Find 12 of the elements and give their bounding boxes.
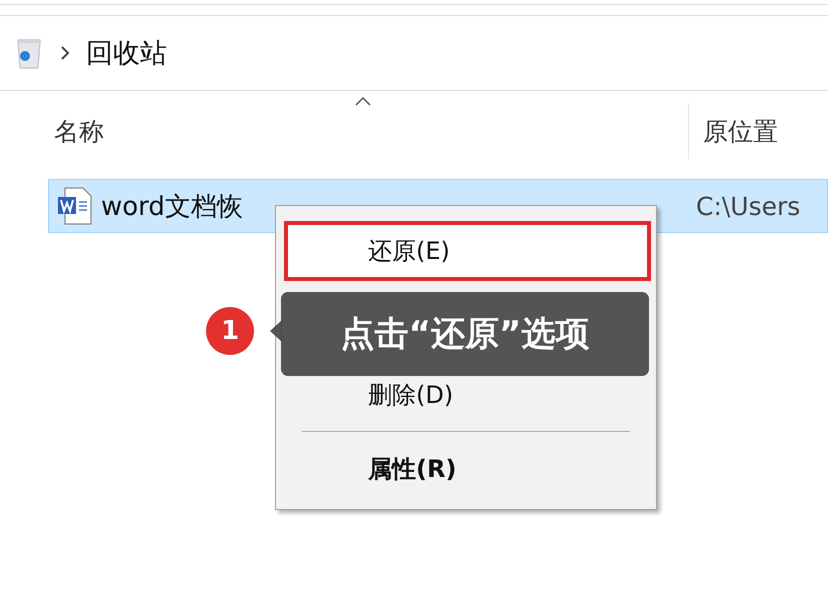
recycle-bin-icon (14, 36, 44, 70)
original-location: C:\Users (696, 192, 800, 220)
menu-item[interactable]: 还原(E) (284, 221, 651, 281)
address-bar[interactable]: 回收站 (0, 15, 828, 91)
column-header[interactable]: 原位置 (689, 114, 778, 148)
breadcrumb[interactable]: 回收站 (86, 35, 167, 71)
column-header[interactable]: 名称 (0, 114, 104, 148)
word-document-icon (57, 187, 93, 225)
step-badge: 1 (206, 307, 254, 355)
menu-item[interactable]: 属性(R) (284, 439, 651, 499)
file-name: word文档恢 (100, 190, 244, 224)
callout-tooltip: 点击“还原”选项 (281, 292, 649, 376)
